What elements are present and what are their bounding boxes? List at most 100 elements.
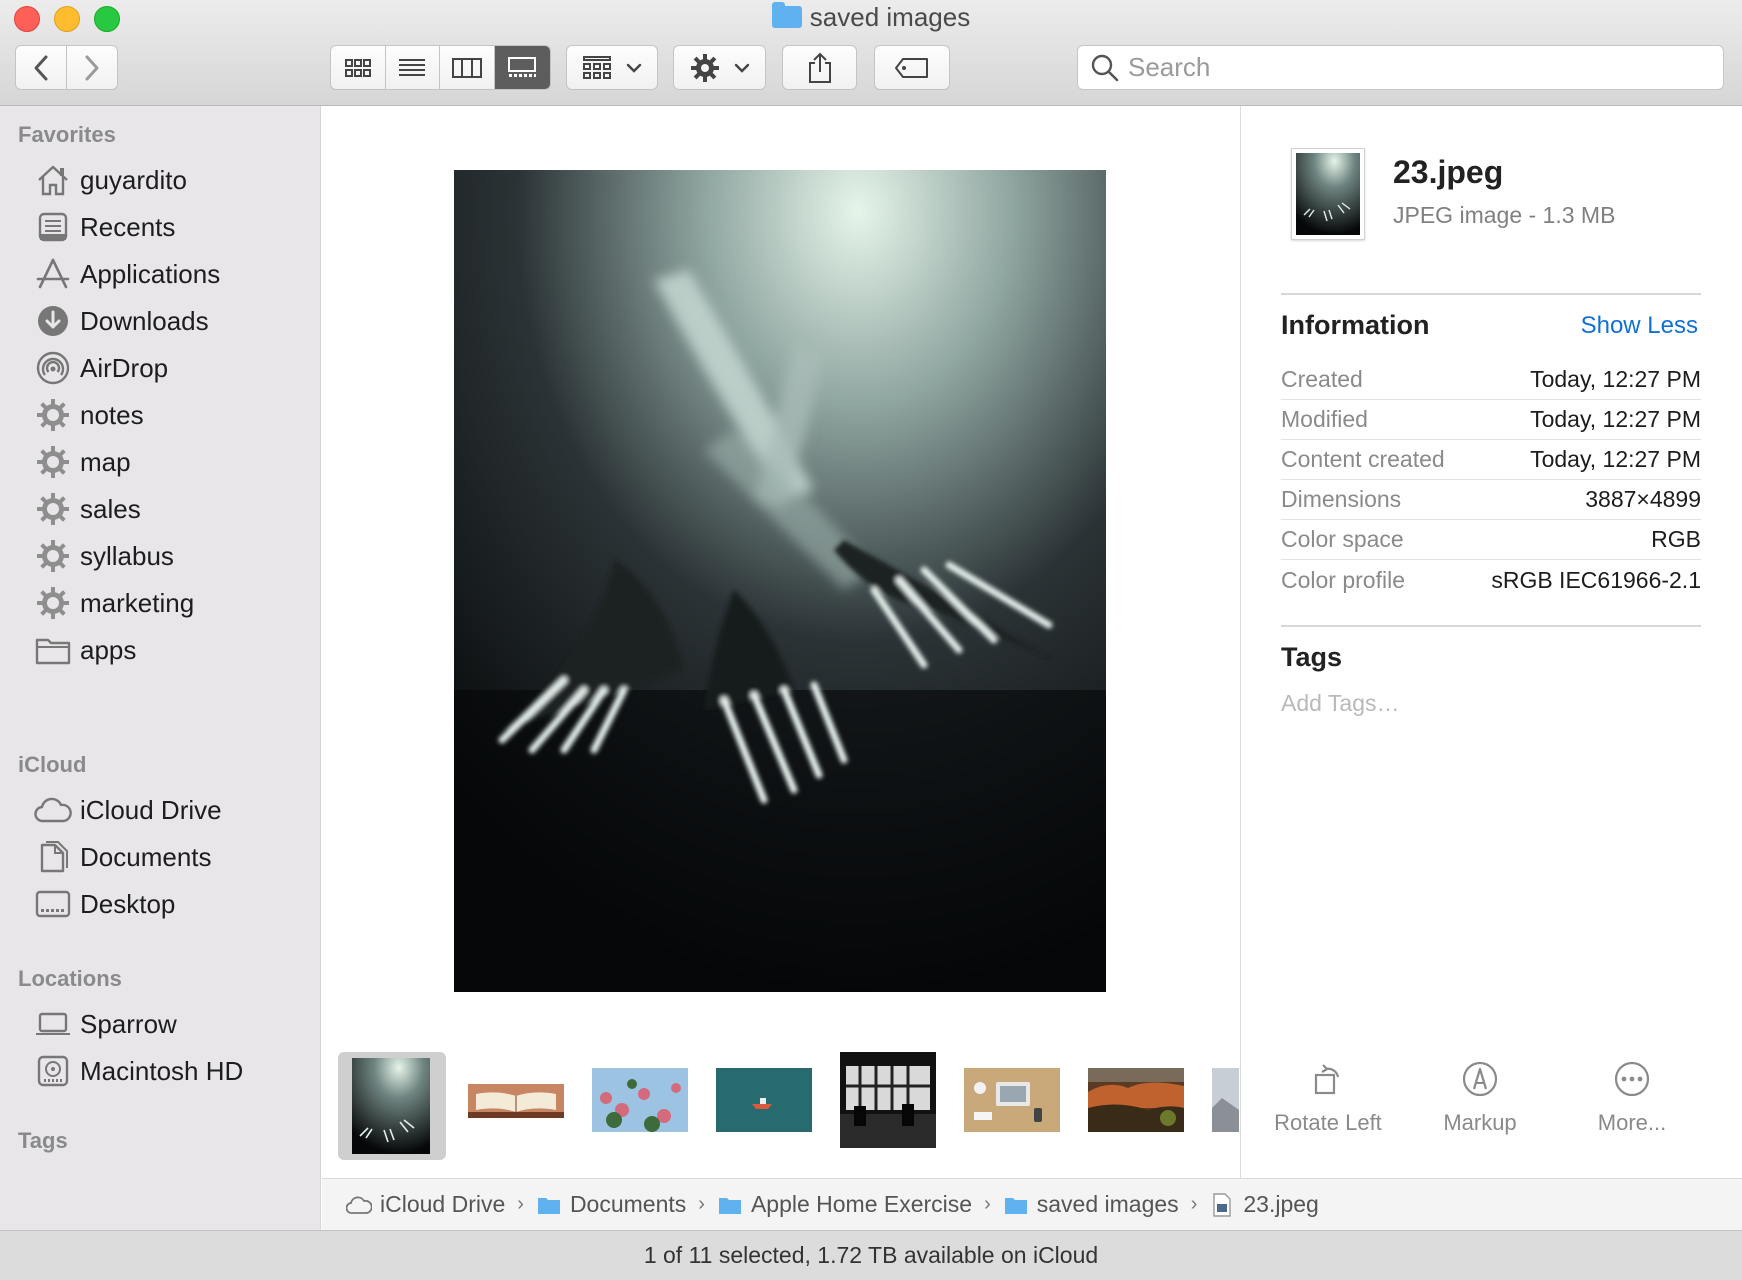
sidebar-item-guyardito[interactable]: guyardito (34, 158, 314, 202)
show-less-link[interactable]: Show Less (1581, 312, 1698, 340)
sidebar: Favorites guyardito Recents Applications… (0, 106, 321, 1230)
sidebar-item-marketing[interactable]: marketing (34, 581, 314, 625)
list-view-icon (399, 58, 426, 76)
list-view-button[interactable] (386, 46, 440, 89)
sidebar-item-syllabus[interactable]: syllabus (34, 534, 314, 578)
path-item-label: saved images (1036, 1191, 1179, 1217)
thumbnail-image (840, 1052, 936, 1148)
column-view-button[interactable] (440, 46, 495, 89)
info-key: Modified (1281, 406, 1368, 432)
info-row-color-space: Color space RGB (1281, 520, 1701, 560)
info-key: Dimensions (1281, 486, 1402, 512)
sidebar-item-label: syllabus (80, 540, 174, 571)
back-button[interactable] (16, 46, 67, 89)
thumbnail-boat[interactable] (716, 1068, 812, 1132)
thumbnail-office[interactable] (840, 1052, 936, 1148)
gear-folder-icon (34, 396, 72, 434)
chevron-down-icon (734, 63, 749, 73)
sidebar-item-map[interactable]: map (34, 440, 314, 484)
information-title: Information (1281, 310, 1430, 340)
path-item-documents[interactable]: Documents › (536, 1191, 717, 1218)
sidebar-item-apps[interactable]: apps (34, 628, 314, 672)
column-view-icon (451, 57, 482, 78)
tag-icon (895, 57, 928, 78)
thumbnail-partial[interactable] (1212, 1068, 1239, 1132)
sidebar-item-icloud-drive[interactable]: iCloud Drive (34, 788, 314, 832)
path-item-label: 23.jpeg (1243, 1191, 1319, 1217)
jpeg-file-icon (1209, 1192, 1235, 1217)
file-kind: JPEG image - 1.3 MB (1393, 202, 1616, 228)
path-item-apple-home-exercise[interactable]: Apple Home Exercise › (717, 1191, 1003, 1218)
airdrop-icon (34, 349, 72, 387)
sidebar-section-favorites: Favorites (18, 122, 116, 147)
thumbnail-canyon[interactable] (1088, 1068, 1184, 1132)
thumbnail-23-jpeg[interactable] (338, 1052, 446, 1160)
inspector-panel: 23.jpeg JPEG image - 1.3 MB Information … (1240, 106, 1742, 1178)
tags-title: Tags (1281, 642, 1343, 672)
more-button[interactable]: More... (1557, 1056, 1707, 1136)
info-value: Today, 12:27 PM (1530, 446, 1701, 472)
rotate-left-label: Rotate Left (1274, 1110, 1382, 1135)
thumbnail-image (964, 1068, 1060, 1132)
markup-button[interactable]: Markup (1405, 1056, 1555, 1136)
home-icon (34, 161, 72, 199)
gear-icon (690, 53, 719, 82)
search-field[interactable] (1077, 45, 1724, 90)
sidebar-item-label: iCloud Drive (80, 794, 222, 825)
action-menu-button[interactable] (673, 45, 766, 90)
sidebar-item-recents[interactable]: Recents (34, 205, 314, 249)
path-item-label: iCloud Drive (380, 1191, 506, 1217)
path-item-saved-images[interactable]: saved images › (1003, 1191, 1210, 1218)
group-by-button[interactable] (566, 45, 658, 90)
path-item-icloud-drive[interactable]: iCloud Drive › (346, 1191, 536, 1218)
thumbnail-flowers[interactable] (592, 1068, 688, 1132)
sidebar-item-downloads[interactable]: Downloads (34, 299, 314, 343)
info-key: Content created (1281, 446, 1445, 472)
more-icon (1614, 1061, 1650, 1097)
thumbnail-image (592, 1068, 688, 1132)
info-value: 3887×4899 (1585, 486, 1701, 512)
rotate-left-button[interactable]: Rotate Left (1253, 1056, 1403, 1136)
status-bar: 1 of 11 selected, 1.72 TB available on i… (0, 1230, 1742, 1280)
sidebar-item-airdrop[interactable]: AirDrop (34, 346, 314, 390)
sidebar-item-label: Sparrow (80, 1008, 177, 1039)
markup-icon (1462, 1061, 1498, 1097)
edit-tags-button[interactable] (874, 45, 950, 90)
group-icon (583, 55, 611, 79)
thumbnail-book[interactable] (468, 1084, 564, 1118)
thumbnail-image (468, 1084, 564, 1118)
sidebar-item-desktop[interactable]: Desktop (34, 882, 314, 926)
add-tags-field[interactable]: Add Tags… (1281, 690, 1399, 717)
sidebar-item-sparrow[interactable]: Sparrow (34, 1002, 314, 1046)
sidebar-item-notes[interactable]: notes (34, 393, 314, 437)
sidebar-item-label: Applications (80, 258, 221, 289)
sidebar-item-label: Documents (80, 841, 212, 872)
info-value: RGB (1651, 526, 1701, 552)
info-row-color-profile: Color profile sRGB IEC61966-2.1 (1281, 560, 1701, 600)
path-item-23-jpeg[interactable]: 23.jpeg (1209, 1191, 1319, 1218)
forward-button[interactable] (67, 46, 118, 89)
file-name: 23.jpeg (1393, 154, 1504, 190)
info-value: Today, 12:27 PM (1530, 366, 1701, 392)
markup-label: Markup (1443, 1110, 1517, 1135)
gallery-view-button[interactable] (494, 46, 550, 89)
search-input[interactable] (1128, 52, 1708, 83)
sidebar-item-documents[interactable]: Documents (34, 835, 314, 879)
sidebar-item-applications[interactable]: Applications (34, 252, 314, 296)
chevron-right-icon: › (984, 1193, 991, 1215)
view-mode-control (330, 45, 551, 90)
sidebar-item-macintosh-hd[interactable]: Macintosh HD (34, 1049, 314, 1093)
chevron-right-icon (85, 55, 99, 80)
image-preview[interactable] (454, 170, 1106, 992)
divider (1281, 293, 1701, 295)
desktop-icon (34, 885, 72, 923)
thumbnail-desk-laptop[interactable] (964, 1068, 1060, 1132)
share-button[interactable] (782, 45, 857, 90)
cloud-icon (34, 791, 72, 829)
search-icon (1091, 54, 1119, 81)
icon-view-button[interactable] (331, 46, 386, 89)
sidebar-item-sales[interactable]: sales (34, 487, 314, 531)
sidebar-item-label: guyardito (80, 164, 187, 195)
path-item-label: Documents (569, 1191, 687, 1217)
sidebar-item-label: Macintosh HD (80, 1055, 244, 1086)
